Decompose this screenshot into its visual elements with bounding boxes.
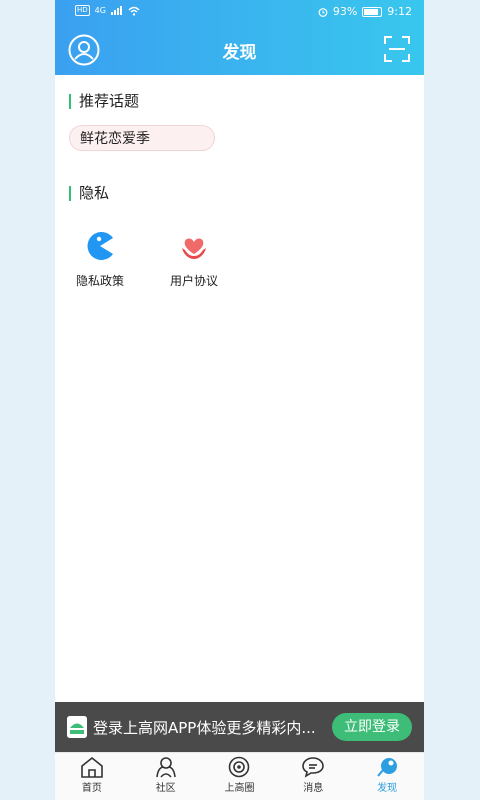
tab-circle[interactable]: 上高圈: [203, 753, 277, 800]
status-bar: HD 4G 93% 9:12: [55, 0, 424, 25]
circle-icon: [229, 756, 250, 778]
page-title: 发现: [222, 43, 257, 63]
login-banner-text: 登录上高网APP体验更多精彩内...: [93, 719, 316, 737]
signal-icon: [110, 6, 122, 15]
status-right: 93% 9:12: [318, 5, 412, 18]
discover-icon: [377, 758, 398, 777]
tab-messages-label: 消息: [303, 783, 324, 794]
tab-circle-label: 上高圈: [224, 783, 255, 794]
wifi-icon: [128, 6, 140, 16]
tab-messages[interactable]: 消息: [276, 753, 350, 800]
privacy-policy-item[interactable]: 隐私政策: [60, 230, 140, 289]
recommended-section-title: 推荐话题: [69, 94, 139, 109]
tab-community[interactable]: 社区: [129, 753, 203, 800]
tab-home-label: 首页: [81, 783, 102, 794]
privacy-policy-label: 隐私政策: [75, 274, 124, 288]
pacman-icon: [87, 232, 113, 260]
alarm-icon: [318, 7, 328, 17]
heart-hands-icon: [182, 238, 206, 259]
battery-percent: 93%: [332, 5, 358, 18]
app-logo-icon: [67, 716, 87, 738]
message-icon: [302, 757, 325, 778]
login-banner: 登录上高网APP体验更多精彩内... 立即登录: [55, 702, 424, 752]
community-icon: [155, 757, 176, 778]
tab-community-label: 社区: [155, 783, 176, 794]
scan-icon[interactable]: [383, 35, 411, 63]
user-agreement-item[interactable]: 用户协议: [154, 230, 234, 289]
signal-label: 4G: [94, 6, 106, 15]
status-left: HD 4G: [75, 5, 140, 16]
tab-home[interactable]: 首页: [55, 753, 129, 800]
status-time: 9:12: [387, 5, 412, 18]
privacy-section-title: 隐私: [69, 186, 109, 201]
login-now-button[interactable]: 立即登录: [332, 713, 412, 741]
battery-icon: [362, 6, 383, 17]
user-agreement-label: 用户协议: [169, 274, 218, 288]
tab-discover[interactable]: 发现: [350, 753, 424, 800]
phone-screen: HD 4G 93% 9:12 发现 推荐话题 鲜花恋爱季 隐私 隐私政策 用户协…: [55, 0, 424, 800]
hd-badge: HD: [75, 5, 90, 16]
topic-tag[interactable]: 鲜花恋爱季: [69, 125, 215, 151]
header: 发现: [55, 25, 424, 75]
tab-bar: 首页 社区 上高圈 消息 发现: [55, 752, 424, 800]
top-bar: HD 4G 93% 9:12 发现: [55, 0, 424, 75]
home-icon: [81, 756, 103, 778]
tab-discover-label: 发现: [377, 783, 398, 794]
